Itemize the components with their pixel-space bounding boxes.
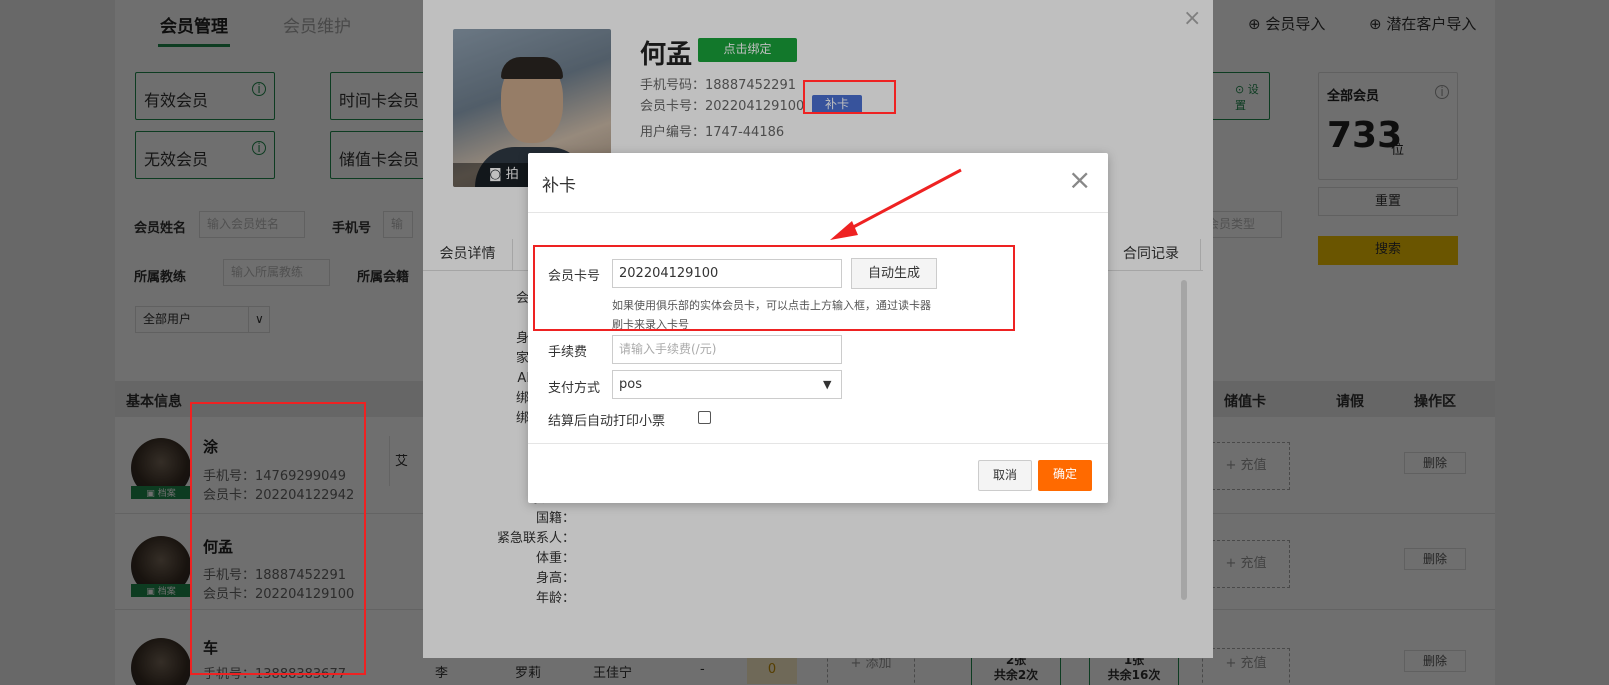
- annotation-box-badge: [803, 80, 896, 114]
- close-icon[interactable]: ×: [1068, 163, 1091, 196]
- fee-input[interactable]: 请输入手续费(/元): [612, 335, 842, 364]
- cancel-button[interactable]: 取消: [978, 460, 1032, 491]
- annotation-arrow: [830, 168, 962, 240]
- payment-method-select[interactable]: pos ▼: [612, 370, 842, 399]
- annotation-box-card-number: [533, 245, 1015, 331]
- auto-print-checkbox[interactable]: [698, 411, 711, 424]
- chevron-down-icon: ▼: [823, 378, 832, 391]
- arrow-head: [830, 221, 858, 240]
- dialog-title: 补卡: [542, 176, 576, 196]
- confirm-button[interactable]: 确定: [1038, 460, 1092, 491]
- arrow-line: [841, 168, 962, 235]
- annotation-box-member-list: [190, 402, 366, 675]
